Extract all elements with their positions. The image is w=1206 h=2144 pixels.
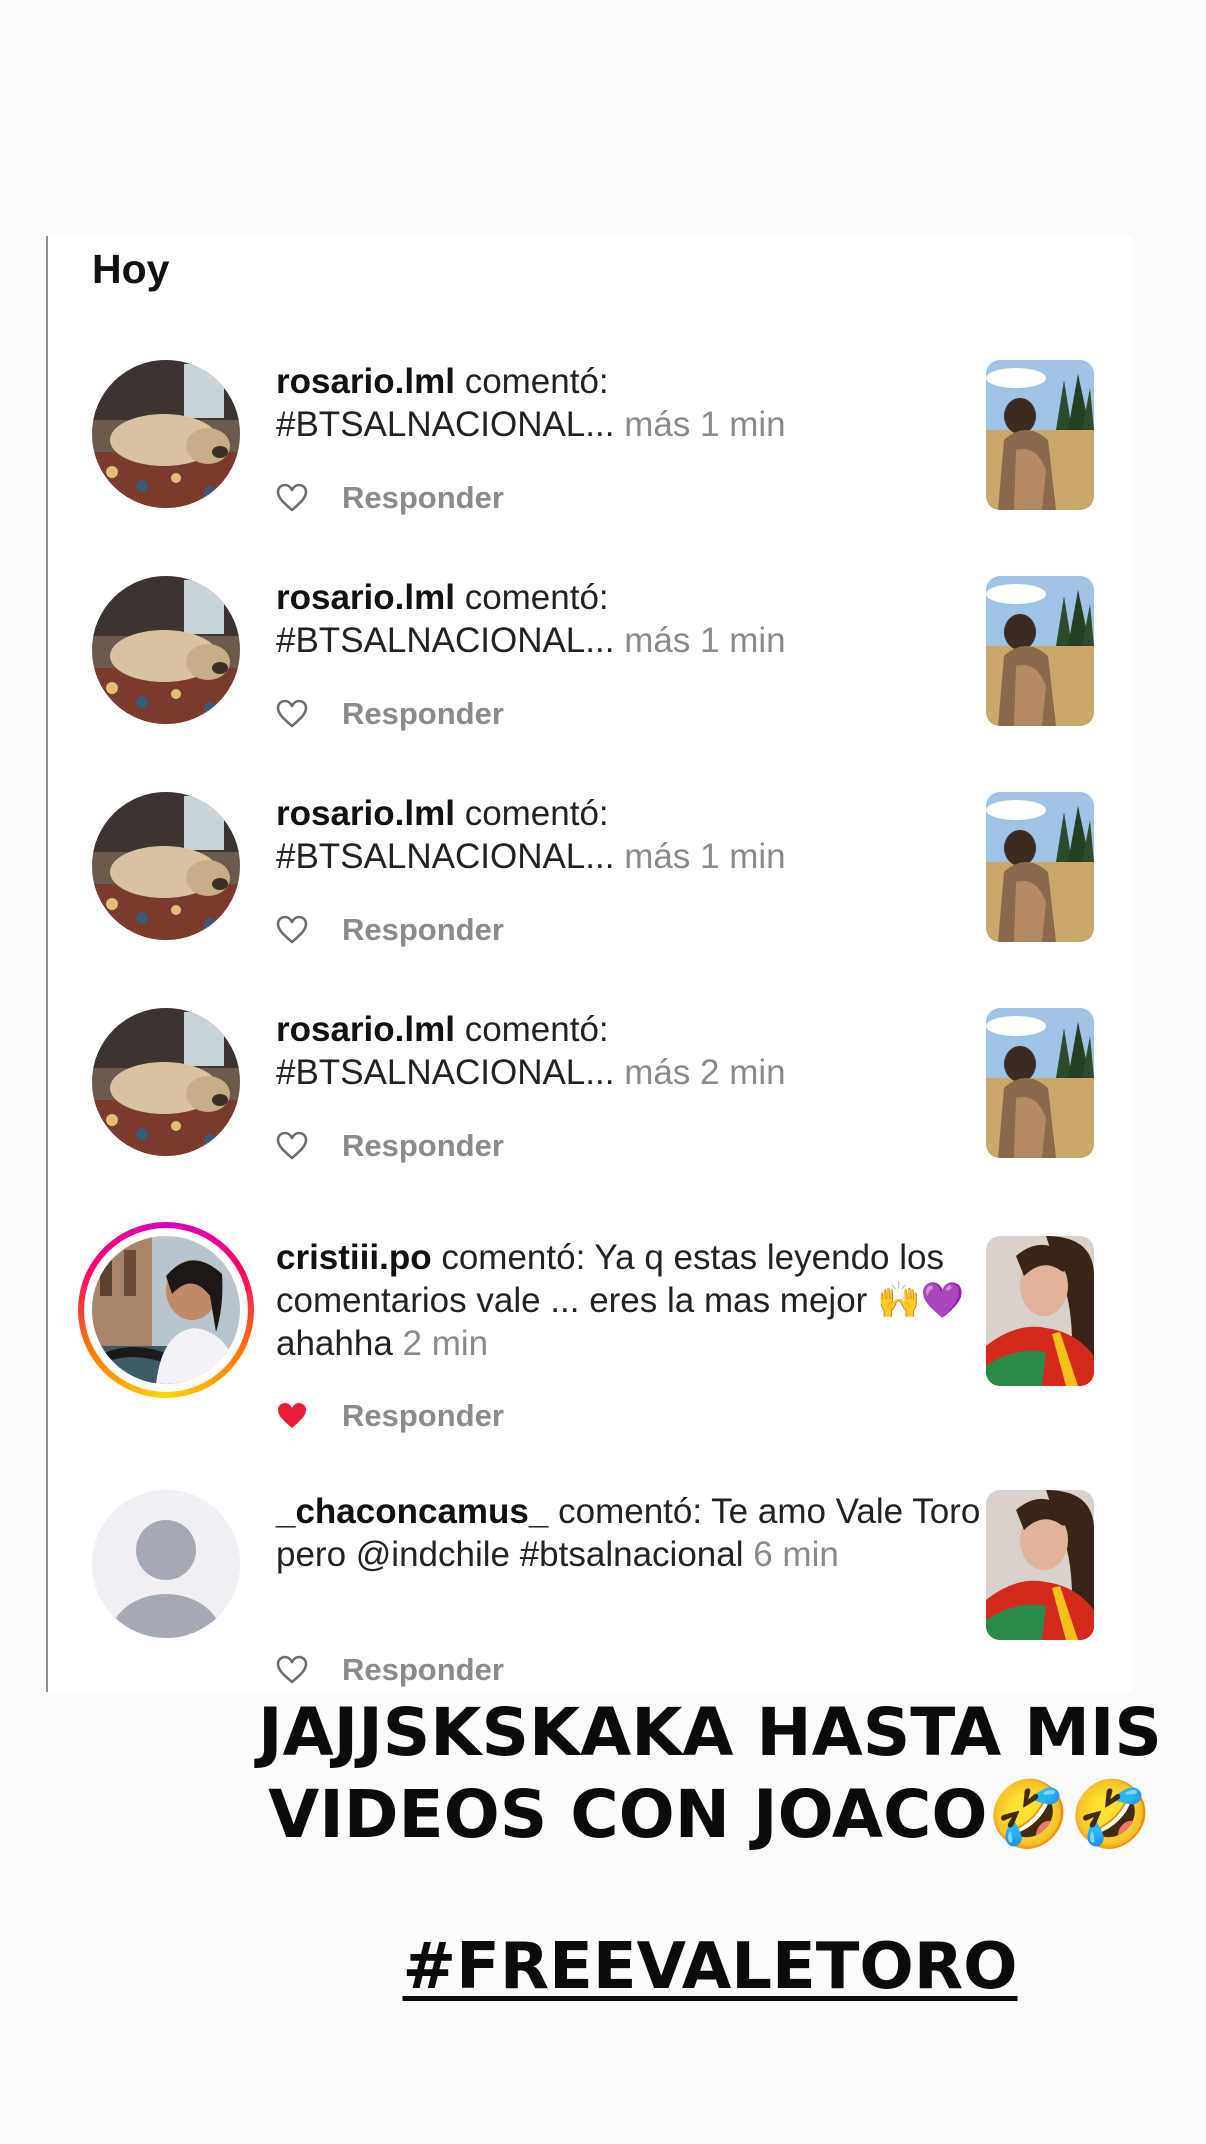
comment-text: #BTSALNACIONAL... bbox=[276, 621, 615, 660]
username[interactable]: rosario.lml bbox=[276, 1010, 455, 1049]
outdoor-photo-thumbnail[interactable] bbox=[986, 792, 1094, 942]
section-title: Hoy bbox=[92, 246, 170, 292]
action-text: comentó: bbox=[464, 1010, 609, 1049]
comment-text: #BTSALNACIONAL... bbox=[276, 405, 615, 444]
video-thumbnail[interactable] bbox=[986, 1490, 1094, 1640]
reply-button[interactable]: Responder bbox=[342, 480, 504, 516]
comment-text: #BTSALNACIONAL... bbox=[276, 837, 615, 876]
timestamp: 2 min bbox=[402, 1324, 489, 1363]
heart-outline-icon[interactable] bbox=[276, 699, 308, 729]
comment-text: #BTSALNACIONAL... bbox=[276, 1053, 615, 1092]
notification-actions: Responder bbox=[276, 694, 504, 734]
reply-button[interactable]: Responder bbox=[342, 912, 504, 948]
timestamp: más 1 min bbox=[624, 621, 786, 660]
timestamp: más 1 min bbox=[624, 405, 786, 444]
notification-text: _chaconcamus_ comentó: Te amo Vale Toro … bbox=[276, 1490, 996, 1576]
dog-photo-avatar[interactable] bbox=[92, 792, 240, 940]
notification-actions: Responder bbox=[276, 1126, 504, 1166]
outdoor-photo-thumbnail[interactable] bbox=[986, 360, 1094, 510]
reply-button[interactable]: Responder bbox=[342, 1652, 504, 1688]
notification-text: rosario.lml comentó: #BTSALNACIONAL... m… bbox=[276, 576, 996, 662]
heart-outline-icon[interactable] bbox=[276, 1655, 308, 1685]
action-text: comentó: bbox=[464, 362, 609, 401]
notification-actions: Responder bbox=[276, 1650, 504, 1690]
username[interactable]: rosario.lml bbox=[276, 362, 455, 401]
action-text: comentó: bbox=[464, 578, 609, 617]
dog-photo-avatar[interactable] bbox=[92, 1008, 240, 1156]
notification-text: cristiii.po comentó: Ya q estas leyendo … bbox=[276, 1236, 996, 1365]
notification-text: rosario.lml comentó: #BTSALNACIONAL... m… bbox=[276, 1008, 996, 1094]
heart-outline-icon[interactable] bbox=[276, 1131, 308, 1161]
dog-photo-avatar[interactable] bbox=[92, 576, 240, 724]
reply-button[interactable]: Responder bbox=[342, 1128, 504, 1164]
notification-actions: Responder bbox=[276, 1396, 504, 1436]
video-thumbnail[interactable] bbox=[986, 1236, 1094, 1386]
heart-outline-icon[interactable] bbox=[276, 915, 308, 945]
reply-button[interactable]: Responder bbox=[342, 696, 504, 732]
default-user-avatar[interactable] bbox=[92, 1490, 240, 1638]
story-ring[interactable] bbox=[78, 1222, 254, 1398]
username[interactable]: _chaconcamus_ bbox=[276, 1492, 548, 1531]
outdoor-photo-thumbnail[interactable] bbox=[986, 576, 1094, 726]
notification-text: rosario.lml comentó: #BTSALNACIONAL... m… bbox=[276, 360, 996, 446]
story-hashtag: #FREEVALETORO bbox=[402, 1930, 1018, 2004]
notification-actions: Responder bbox=[276, 478, 504, 518]
action-text: comentó: bbox=[441, 1238, 586, 1277]
outdoor-photo-thumbnail[interactable] bbox=[986, 1008, 1094, 1158]
username[interactable]: cristiii.po bbox=[276, 1238, 432, 1277]
story-caption: JAJJSKSKAKA HASTA MIS VIDEOS CON JOACO🤣🤣 bbox=[258, 1694, 1162, 1853]
dog-photo-avatar[interactable] bbox=[92, 360, 240, 508]
heart-filled-icon[interactable] bbox=[276, 1401, 308, 1431]
timestamp: 6 min bbox=[753, 1535, 839, 1574]
username[interactable]: rosario.lml bbox=[276, 794, 455, 833]
notification-text: rosario.lml comentó: #BTSALNACIONAL... m… bbox=[276, 792, 996, 878]
action-text: comentó: bbox=[558, 1492, 703, 1531]
timestamp: más 2 min bbox=[624, 1053, 786, 1092]
username[interactable]: rosario.lml bbox=[276, 578, 455, 617]
notification-actions: Responder bbox=[276, 910, 504, 950]
reply-button[interactable]: Responder bbox=[342, 1398, 504, 1434]
timestamp: más 1 min bbox=[624, 837, 786, 876]
action-text: comentó: bbox=[464, 794, 609, 833]
heart-outline-icon[interactable] bbox=[276, 483, 308, 513]
woman-photo-avatar[interactable] bbox=[92, 1236, 240, 1384]
notifications-screenshot: Hoy rosario.lml comentó: #BTSALNACIONAL.… bbox=[46, 236, 1132, 1692]
